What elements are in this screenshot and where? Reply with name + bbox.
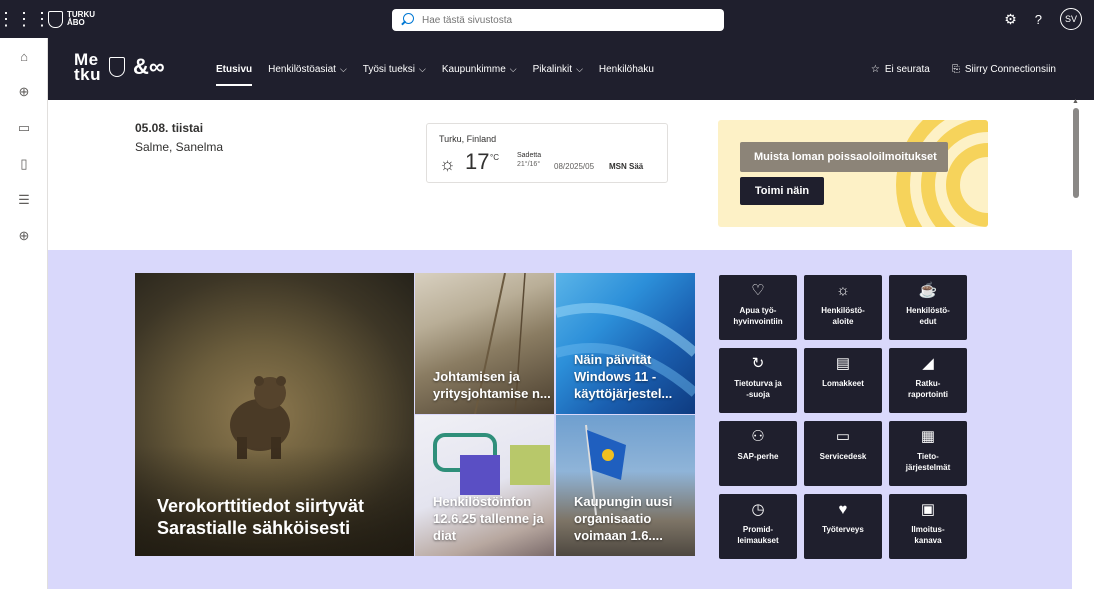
scroll-up-arrow-icon[interactable]: ▲ xyxy=(1072,98,1079,105)
site-nav: Etusivu Henkilöstöasiat ⌵ Työsi tueksi ⌵ K… xyxy=(216,38,654,100)
news-tile[interactable]: Johtamisen ja yritysjohtamise n... xyxy=(415,273,554,414)
heart-icon: ♡ xyxy=(751,282,765,299)
help-icon[interactable]: ? xyxy=(1035,12,1042,27)
search-icon xyxy=(400,13,414,27)
news-tile[interactable]: Henkilöstöinfon 12.6.25 tallenne ja diat xyxy=(415,415,554,556)
vacation-reminder-button[interactable]: Muista loman poissaoloilmoitukset xyxy=(740,142,948,172)
do-this-button[interactable]: Toimi näin xyxy=(740,177,824,205)
chat-icon: ▣ xyxy=(920,501,936,518)
chevron-down-icon: ⌵ xyxy=(419,63,426,74)
metku-logo[interactable]: Me tku &∞ xyxy=(74,51,165,84)
nav-item-pikalinkit[interactable]: Pikalinkit ⌵ xyxy=(533,38,583,100)
name-day: Salme, Sanelma xyxy=(135,140,224,154)
home-icon[interactable]: ⌂ xyxy=(0,38,48,74)
list-icon[interactable]: ☰ xyxy=(0,182,48,218)
news-section: Verokorttitiedot siirtyvät Sarastialle s… xyxy=(48,250,1072,589)
weather-date: 08/2025/05 xyxy=(554,162,595,171)
nav-item-henkilostoasiat[interactable]: Henkilöstöasiat ⌵ xyxy=(268,38,347,100)
quicklink-tyoterveys[interactable]: ♥ Työterveys xyxy=(804,494,882,559)
add-icon[interactable]: ⊕ xyxy=(0,218,48,254)
news-tile-title: Kaupungin uusi organisaatio voimaan 1.6.… xyxy=(574,494,673,543)
chevron-down-icon: ⌵ xyxy=(509,63,517,74)
news-tile-title: Johtamisen ja yritysjohtamise n... xyxy=(433,369,551,401)
user-avatar[interactable]: SV xyxy=(1060,8,1082,30)
weather-temperature: 17 xyxy=(465,149,490,174)
news-tile[interactable]: Näin päivität Windows 11 -käyttöjärjeste… xyxy=(556,273,695,414)
quicklink-tietojarjestelmat[interactable]: ▦ Tieto- järjestelmät xyxy=(889,421,967,486)
brand-bottom: tku xyxy=(74,65,101,84)
news-icon[interactable]: ▭ xyxy=(0,110,48,146)
document-icon: ▤ xyxy=(835,355,851,372)
quicklink-servicedesk[interactable]: ▭ Servicedesk xyxy=(804,421,882,486)
heartbeat-icon: ♥ xyxy=(838,501,848,518)
file-icon[interactable]: ▯ xyxy=(0,146,48,182)
decorative-arcs xyxy=(896,120,988,227)
hero-news-title: Verokorttitiedot siirtyvät Sarastialle s… xyxy=(157,496,365,538)
turku-logo[interactable]: TURKU ÅBO xyxy=(48,10,95,28)
weather-location: Turku, Finland xyxy=(439,134,497,144)
nav-item-kaupunkimme[interactable]: Kaupunkimme ⌵ xyxy=(442,38,517,100)
grid-icon: ▦ xyxy=(920,428,936,445)
quicklink-henkilostoaloite[interactable]: ☼ Henkilöstö- aloite xyxy=(804,275,882,340)
chevron-down-icon: ⌵ xyxy=(339,63,347,74)
follow-button[interactable]: ☆ Ei seurata xyxy=(871,64,930,75)
weather-range: 21°/16° xyxy=(517,161,541,168)
connections-link[interactable]: ⎘ Siirry Connectionsiin xyxy=(952,64,1056,75)
suite-bar: ⋮⋮⋮ TURKU ÅBO ⚙ ? SV xyxy=(0,0,1094,38)
weather-source: MSN Sää xyxy=(609,162,644,171)
quicklink-lomakkeet[interactable]: ▤ Lomakkeet xyxy=(804,348,882,413)
vacation-reminder-banner: Muista loman poissaoloilmoitukset Toimi … xyxy=(718,120,988,227)
infinity-logo-icon: &∞ xyxy=(133,54,165,79)
vertical-scrollbar[interactable]: ▲ xyxy=(1072,98,1080,589)
hero-news-card[interactable]: Verokorttitiedot siirtyvät Sarastialle s… xyxy=(135,273,414,556)
quick-links-grid: ♡ Apua työ- hyvinvointiin ☼ Henkilöstö- al… xyxy=(719,275,967,559)
refresh-icon: ↻ xyxy=(751,355,765,372)
link-icon: ⎘ xyxy=(951,63,960,75)
crest-icon xyxy=(109,57,125,77)
app-launcher-waffle-icon[interactable]: ⋮⋮⋮ xyxy=(0,0,51,38)
scrollbar-thumb[interactable] xyxy=(1073,108,1079,198)
monitor-icon: ▭ xyxy=(835,428,851,445)
hub-navigation: Me tku &∞ Etusivu Henkilöstöasiat ⌵ Työsi… xyxy=(48,38,1094,100)
nav-item-etusivu[interactable]: Etusivu xyxy=(216,38,253,100)
news-tile-title: Henkilöstöinfon 12.6.25 tallenne ja diat xyxy=(433,494,544,543)
weather-unit: °C xyxy=(490,153,499,162)
weather-condition: Sadetta xyxy=(517,152,542,159)
quicklink-tietoturva[interactable]: ↻ Tietoturva ja -suoja xyxy=(719,348,797,413)
quicklink-promid[interactable]: ◷ Promid- leimaukset xyxy=(719,494,797,559)
clock-icon: ◷ xyxy=(751,501,765,518)
weather-widget[interactable]: Turku, Finland ☼ 17 °C Sadetta 21°/16° 0… xyxy=(426,123,668,183)
chart-icon: ◢ xyxy=(922,355,934,372)
news-tile-title: Näin päivität Windows 11 -käyttöjärjeste… xyxy=(574,352,673,401)
search-box[interactable] xyxy=(392,9,724,31)
turku-crest-icon xyxy=(48,10,63,28)
quicklink-ratku[interactable]: ◢ Ratku- raportointi xyxy=(889,348,967,413)
news-tile[interactable]: Kaupungin uusi organisaatio voimaan 1.6.… xyxy=(556,415,695,556)
current-date: 05.08. tiistai xyxy=(135,121,204,135)
quicklink-tyohyvinvointi[interactable]: ♡ Apua työ- hyvinvointiin xyxy=(719,275,797,340)
logo-line-2: ÅBO xyxy=(67,18,85,27)
star-icon: ☆ xyxy=(870,63,880,75)
chevron-down-icon: ⌵ xyxy=(576,63,583,74)
lightbulb-icon: ☼ xyxy=(836,282,850,299)
quicklink-ilmoituskanava[interactable]: ▣ Ilmoitus- kanava xyxy=(889,494,967,559)
quicklink-henkilostoedut[interactable]: ☕ Henkilöstö- edut xyxy=(889,275,967,340)
info-section: 05.08. tiistai Salme, Sanelma Turku, Fin… xyxy=(48,100,1072,250)
nav-item-henkilohaku[interactable]: Henkilöhaku xyxy=(599,38,654,100)
nav-item-tyosi-tueksi[interactable]: Työsi tueksi ⌵ xyxy=(363,38,426,100)
settings-gear-icon[interactable]: ⚙ xyxy=(1004,11,1017,28)
app-bar: ⌂ ⊕ ▭ ▯ ☰ ⊕ xyxy=(0,38,48,589)
search-input[interactable] xyxy=(422,14,702,26)
quicklink-sap[interactable]: ⚇ SAP-perhe xyxy=(719,421,797,486)
people-icon: ⚇ xyxy=(751,428,765,445)
coffee-icon: ☕ xyxy=(918,282,938,299)
rain-cloud-icon: ☼ xyxy=(439,154,456,174)
globe-icon[interactable]: ⊕ xyxy=(0,74,48,110)
